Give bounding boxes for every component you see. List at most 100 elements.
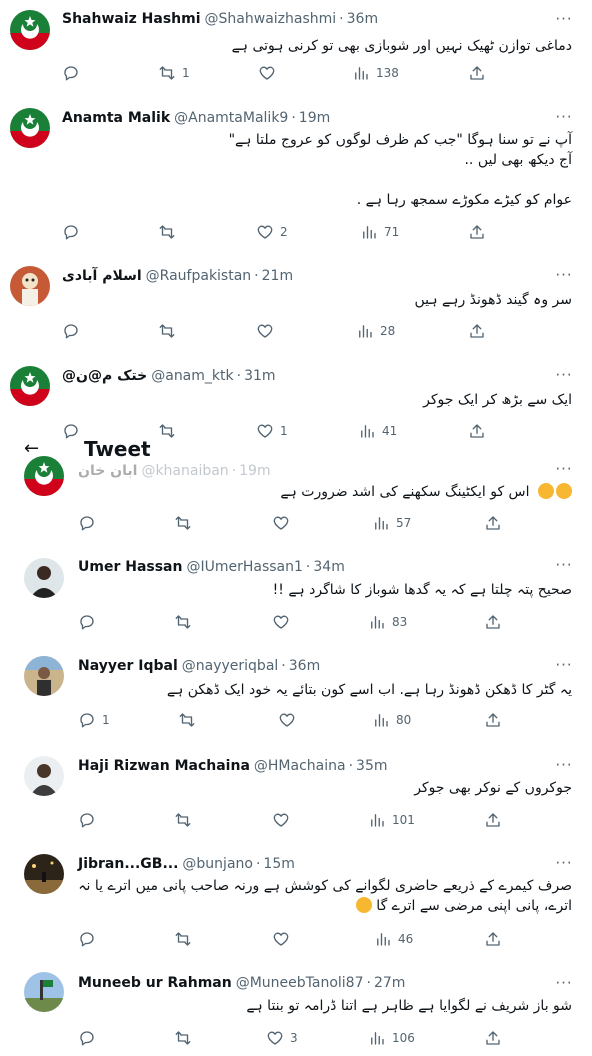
share-button[interactable] [468,421,486,441]
tweet-time[interactable]: 36m [347,10,378,28]
tweet-item[interactable]: @ختک م@ن @anam_ktk · 31m ··· ایک سے بڑھ کر … [0,354,592,450]
views-button[interactable]: 106 [368,1028,415,1048]
tweet-time[interactable]: 21m [262,267,293,285]
author-name[interactable]: Haji Rizwan Machaina [78,757,250,775]
author-name[interactable]: Shahwaiz Hashmi [62,10,201,28]
like-button[interactable]: 1 [256,421,288,441]
share-button[interactable] [468,222,486,242]
share-button[interactable] [484,612,502,632]
reply-button[interactable] [62,63,86,83]
author-handle[interactable]: @bunjano [182,855,253,873]
author-handle[interactable]: @IUmerHassan1 [186,558,302,576]
more-options-icon[interactable]: ··· [554,856,574,876]
share-button[interactable] [484,810,502,830]
tweet-time[interactable]: 35m [356,757,387,775]
retweet-button[interactable] [174,1028,198,1048]
retweet-button[interactable] [178,710,202,730]
tweet-item[interactable]: اسلام آبادی @Raufpakistan · 21m ··· سر وہ گ… [0,254,592,355]
tweet-item[interactable]: ابان خان @khanaiban · 19m ··· اس کو ایکٹینگ… [0,450,592,547]
like-button[interactable] [272,513,296,533]
author-name[interactable]: اسلام آبادی [62,267,142,285]
author-handle[interactable]: @AnamtaMalik9 [174,109,288,127]
views-button[interactable]: 80 [372,710,411,730]
more-options-icon[interactable]: ··· [554,658,574,678]
more-options-icon[interactable]: ··· [554,976,574,996]
author-handle[interactable]: @anam_ktk [151,367,233,385]
more-options-icon[interactable]: ··· [554,462,574,482]
author-handle[interactable]: @nayyeriqbal [182,657,279,675]
views-button[interactable]: 71 [360,222,399,242]
tweet-time[interactable]: 19m [239,462,270,480]
tweet-item[interactable]: Nayyer Iqbal @nayyeriqbal · 36m ··· یہ گٹر … [0,646,592,745]
tweet-time[interactable]: 27m [374,974,405,992]
user-avatar[interactable] [24,656,64,696]
retweet-button[interactable]: 1 [158,63,190,83]
more-options-icon[interactable]: ··· [554,558,574,578]
tweet-item[interactable]: Jibran...GB... @bunjano · 15m ··· صرف کیمرے… [0,844,592,965]
author-name[interactable]: Umer Hassan [78,558,182,576]
author-handle[interactable]: @MuneebTanoli87 [236,974,364,992]
views-button[interactable]: 46 [374,929,413,949]
author-handle[interactable]: @Shahwaizhashmi [205,10,337,28]
like-button[interactable] [258,63,282,83]
user-avatar[interactable] [24,854,64,894]
views-button[interactable]: 83 [368,612,407,632]
retweet-button[interactable] [174,612,198,632]
retweet-button[interactable] [158,421,182,441]
tweet-item[interactable]: Shahwaiz Hashmi @Shahwaizhashmi · 36m ··· د… [0,0,592,97]
tweet-item[interactable]: Muneeb ur Rahman @MuneebTanoli87 · 27m ··· … [0,964,592,1056]
like-button[interactable] [272,810,296,830]
reply-button[interactable] [78,810,102,830]
tweet-item[interactable]: Haji Rizwan Machaina @HMachaina · 35m ··· ج… [0,744,592,845]
share-button[interactable] [484,513,502,533]
views-button[interactable]: 41 [358,421,397,441]
tweet-time[interactable]: 34m [313,558,344,576]
reply-button[interactable] [78,1028,102,1048]
author-handle[interactable]: @Raufpakistan [146,267,252,285]
like-button[interactable] [272,929,296,949]
reply-button[interactable]: 1 [78,710,110,730]
retweet-button[interactable] [158,222,182,242]
tweet-time[interactable]: 31m [244,367,275,385]
retweet-button[interactable] [158,321,182,341]
views-button[interactable]: 138 [352,63,399,83]
retweet-button[interactable] [174,513,198,533]
pti-flag-avatar[interactable] [10,366,50,406]
reply-button[interactable] [78,929,102,949]
reply-button[interactable] [62,421,86,441]
pti-flag-avatar[interactable] [10,10,50,50]
share-button[interactable] [468,63,486,83]
author-handle[interactable]: @HMachaina [254,757,346,775]
pti-flag-avatar[interactable] [10,108,50,148]
reply-button[interactable] [78,513,102,533]
tweet-time[interactable]: 36m [289,657,320,675]
pti-flag-avatar[interactable] [24,456,64,496]
more-options-icon[interactable]: ··· [554,268,574,288]
retweet-button[interactable] [174,810,198,830]
author-name[interactable]: Jibran...GB... [78,855,178,873]
user-avatar[interactable] [24,972,64,1012]
arrow-left-icon[interactable]: ← [24,440,39,458]
retweet-button[interactable] [174,929,198,949]
more-options-icon[interactable]: ··· [554,758,574,778]
tweet-item[interactable]: Anamta Malik @AnamtaMalik9 · 19m ··· آپ نے … [0,96,592,255]
like-button[interactable]: 2 [256,222,288,242]
like-button[interactable] [278,710,302,730]
user-avatar[interactable] [24,558,64,598]
like-button[interactable] [256,321,280,341]
tweet-time[interactable]: 15m [263,855,294,873]
reply-button[interactable] [78,612,102,632]
more-options-icon[interactable]: ··· [554,12,574,32]
views-button[interactable]: 101 [368,810,415,830]
views-button[interactable]: 57 [372,513,411,533]
more-options-icon[interactable]: ··· [554,110,574,130]
views-button[interactable]: 28 [356,321,395,341]
author-name[interactable]: Anamta Malik [62,109,170,127]
like-button[interactable]: 3 [266,1028,298,1048]
reply-button[interactable] [62,321,86,341]
user-avatar[interactable] [10,266,50,306]
tweet-time[interactable]: 19m [299,109,330,127]
share-button[interactable] [484,710,502,730]
author-name[interactable]: ابان خان [78,462,137,480]
author-name[interactable]: Muneeb ur Rahman [78,974,232,992]
